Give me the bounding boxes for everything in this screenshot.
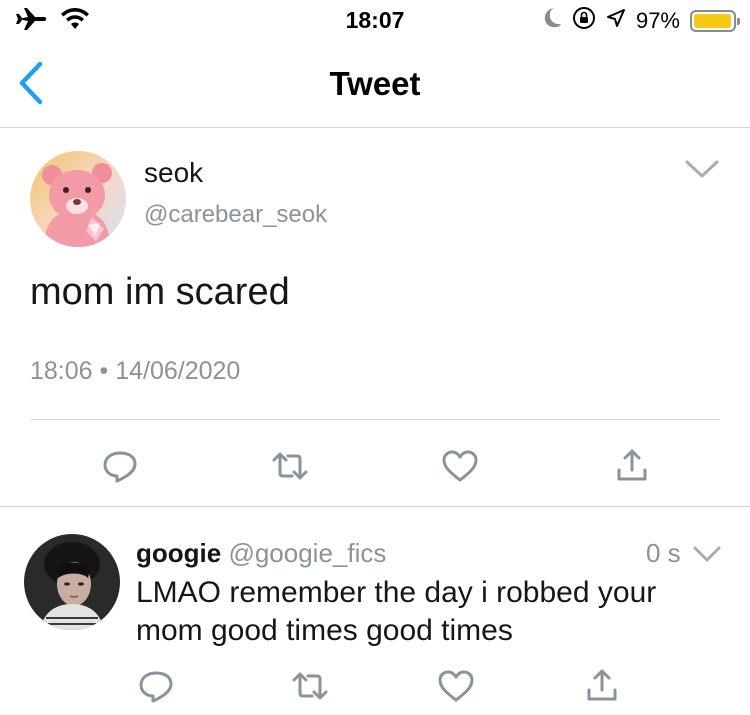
- reply-time: 0 s: [646, 538, 681, 568]
- reply-icon: [139, 671, 173, 703]
- share-icon: [617, 449, 647, 481]
- main-tweet: seok @carebear_seok mom im scared 18:06 …: [0, 129, 750, 507]
- tweet-timestamp: 18:06 • 14/06/2020: [30, 357, 241, 385]
- chevron-down-icon: [693, 546, 721, 562]
- like-icon: [442, 450, 478, 482]
- battery-tip: [737, 17, 740, 25]
- tweet-actions: [0, 442, 750, 490]
- reply-author-name[interactable]: googie: [136, 538, 221, 568]
- reply-icon: [103, 451, 137, 483]
- share-button[interactable]: [582, 666, 622, 706]
- author-handle[interactable]: @carebear_seok: [144, 201, 327, 229]
- reply-tweet: googie @googie_fics 0 s LMAO remember th…: [0, 508, 750, 715]
- retweet-icon: [272, 452, 308, 480]
- avatar[interactable]: [24, 534, 120, 630]
- tweet-menu-button[interactable]: [684, 157, 720, 181]
- author-name[interactable]: seok: [144, 157, 203, 189]
- page-title: Tweet: [329, 65, 421, 102]
- share-button[interactable]: [612, 446, 652, 486]
- orientation-lock-icon: [572, 6, 596, 35]
- battery-fill: [694, 13, 731, 28]
- reply-text: LMAO remember the day i robbed your mom …: [136, 576, 657, 647]
- avatar[interactable]: [30, 151, 126, 247]
- like-icon: [438, 670, 474, 702]
- retweet-button[interactable]: [290, 666, 330, 706]
- reply-author-handle[interactable]: @googie_fics: [228, 538, 386, 568]
- retweet-button[interactable]: [270, 446, 310, 486]
- status-right: 97%: [542, 6, 740, 35]
- reply-menu-button[interactable]: [692, 544, 722, 564]
- moon-icon: [542, 7, 562, 34]
- battery-percent: 97%: [635, 7, 680, 33]
- status-bar: 18:07 97%: [0, 0, 750, 40]
- reply-actions: [0, 662, 750, 710]
- like-button[interactable]: [436, 666, 476, 706]
- share-icon: [587, 669, 617, 701]
- battery-icon: [690, 9, 740, 32]
- reply-button[interactable]: [136, 666, 176, 706]
- like-button[interactable]: [440, 446, 480, 486]
- location-icon: [606, 8, 626, 33]
- tweet-text: mom im scared: [30, 271, 290, 313]
- retweet-icon: [292, 672, 328, 700]
- reply-header: googie @googie_fics: [136, 538, 386, 569]
- divider: [30, 419, 720, 420]
- reply-button[interactable]: [100, 446, 140, 486]
- chevron-down-icon: [685, 160, 719, 178]
- nav-bar: Tweet: [0, 40, 750, 128]
